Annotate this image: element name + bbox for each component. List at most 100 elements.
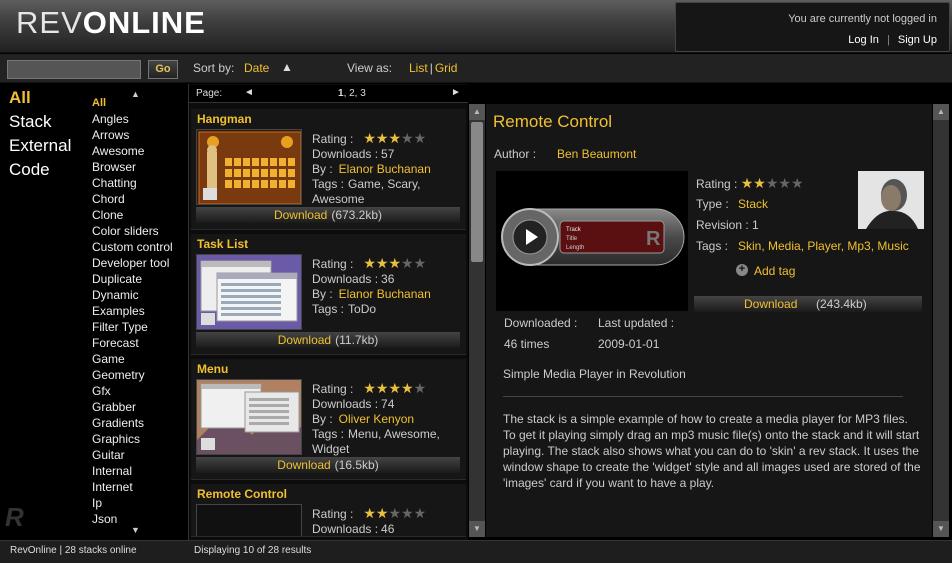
scroll-up-icon[interactable]: ▲	[131, 89, 140, 99]
download-button[interactable]: Download (11.7kb)	[196, 332, 460, 348]
category-all[interactable]: All	[9, 88, 31, 108]
category-code[interactable]: Code	[9, 160, 50, 180]
author-link[interactable]: Oliver Kenyon	[339, 412, 414, 426]
subcategory-item[interactable]: Internet	[92, 479, 133, 495]
stack-list-item[interactable]: Hangman Rating : ★★★★★ Downloads :57 By : Ela…	[191, 109, 466, 230]
star-icon[interactable]: ★	[414, 130, 427, 146]
signup-link[interactable]: Sign Up	[898, 34, 937, 46]
detail-rating-stars[interactable]: ★★★★★	[741, 175, 804, 191]
stack-title[interactable]: Task List	[197, 237, 248, 251]
subcategory-item[interactable]: Browser	[92, 159, 136, 175]
view-list-link[interactable]: List	[409, 61, 428, 75]
tags-value[interactable]: Game, Scary,	[348, 177, 420, 191]
star-icon[interactable]: ★	[741, 175, 754, 191]
tags-value-continued[interactable]: Awesome	[312, 192, 462, 207]
subcategory-item[interactable]: Awesome	[92, 143, 144, 159]
star-icon[interactable]: ★	[414, 380, 427, 396]
detail-download-button[interactable]: Download (243.4kb)	[694, 296, 922, 312]
star-icon[interactable]: ★	[753, 175, 766, 191]
subcategory-item[interactable]: Clone	[92, 207, 123, 223]
stack-thumbnail[interactable]	[196, 379, 302, 455]
star-icon[interactable]: ★	[363, 130, 376, 146]
scroll-up-icon[interactable]: ▲	[933, 104, 949, 120]
tags-value-continued[interactable]: Widget	[312, 442, 462, 457]
revonline-logo[interactable]: REVONLINE	[16, 5, 206, 41]
star-icon[interactable]: ★	[363, 505, 376, 521]
view-grid-link[interactable]: Grid	[435, 61, 458, 75]
subcategory-item[interactable]: Duplicate	[92, 271, 142, 287]
subcategory-item[interactable]: Forecast	[92, 335, 139, 351]
download-button[interactable]: Download (16.5kb)	[196, 457, 460, 473]
scroll-down-icon[interactable]: ▼	[933, 521, 949, 537]
scroll-up-icon[interactable]: ▲	[469, 104, 485, 120]
stack-thumbnail[interactable]	[196, 129, 302, 205]
star-icon[interactable]: ★	[376, 255, 389, 271]
subcategory-item[interactable]: Json	[92, 511, 117, 527]
scroll-down-icon[interactable]: ▼	[469, 521, 485, 537]
sort-select[interactable]: Date	[244, 61, 269, 75]
subcategory-item[interactable]: All	[92, 95, 106, 111]
subcategory-item[interactable]: Internal	[92, 463, 132, 479]
star-icon[interactable]: ★	[401, 255, 414, 271]
subcategory-item[interactable]: Grabber	[92, 399, 136, 415]
stack-title[interactable]: Remote Control	[197, 487, 287, 501]
scroll-down-icon[interactable]: ▼	[131, 525, 140, 535]
stack-thumbnail[interactable]	[196, 254, 302, 330]
stack-title[interactable]: Menu	[197, 362, 228, 376]
subcategory-item[interactable]: Guitar	[92, 447, 125, 463]
login-link[interactable]: Log In	[848, 34, 879, 46]
star-icon[interactable]: ★	[388, 380, 401, 396]
star-icon[interactable]: ★	[778, 175, 791, 191]
rating-stars[interactable]: ★★★★★	[363, 255, 427, 271]
search-input[interactable]	[7, 60, 141, 79]
detail-scrollbar[interactable]: ▲ ▼	[933, 104, 949, 537]
list-scroll-thumb[interactable]	[471, 122, 483, 262]
rating-stars[interactable]: ★★★★★	[363, 130, 427, 146]
author-link[interactable]: Ben Beaumont	[557, 147, 636, 161]
subcategory-item[interactable]: Filter Type	[92, 319, 148, 335]
star-icon[interactable]: ★	[388, 505, 401, 521]
star-icon[interactable]: ★	[376, 130, 389, 146]
subcategory-item[interactable]: Gfx	[92, 383, 111, 399]
star-icon[interactable]: ★	[376, 380, 389, 396]
subcategory-item[interactable]: Angles	[92, 111, 129, 127]
subcategory-item[interactable]: Chatting	[92, 175, 137, 191]
star-icon[interactable]: ★	[401, 505, 414, 521]
stack-list-item[interactable]: Task List Rating : ★★★★★ Downloads :36 By :E…	[191, 234, 466, 355]
pager-other-pages[interactable]: , 2, 3	[344, 88, 366, 99]
star-icon[interactable]: ★	[791, 175, 804, 191]
pager-next-icon[interactable]: ►	[451, 87, 461, 98]
subcategory-item[interactable]: Custom control	[92, 239, 173, 255]
pager-prev-icon[interactable]: ◄	[244, 87, 254, 98]
type-link[interactable]: Stack	[738, 197, 768, 211]
subcategory-item[interactable]: Gradients	[92, 415, 144, 431]
stack-title[interactable]: Hangman	[197, 112, 252, 126]
star-icon[interactable]: ★	[363, 255, 376, 271]
tags-value[interactable]: Menu, Awesome,	[348, 427, 440, 441]
list-scrollbar[interactable]: ▲ ▼	[469, 104, 485, 537]
subcategory-item[interactable]: Graphics	[92, 431, 140, 447]
subcategory-item[interactable]: Dynamic	[92, 287, 139, 303]
subcategory-item[interactable]: Color sliders	[92, 223, 159, 239]
stack-list-item[interactable]: Menu Rating : ★★★★★ Downloads :74 By : Oliver…	[191, 359, 466, 480]
sort-direction-icon[interactable]: ▲	[281, 60, 293, 74]
star-icon[interactable]: ★	[376, 505, 389, 521]
star-icon[interactable]: ★	[388, 130, 401, 146]
star-icon[interactable]: ★	[401, 380, 414, 396]
add-tag-icon[interactable]: +	[736, 264, 748, 276]
category-external[interactable]: External	[9, 136, 71, 156]
subcategory-item[interactable]: Arrows	[92, 127, 129, 143]
tags-value[interactable]: ToDo	[348, 302, 376, 316]
add-tag-link[interactable]: Add tag	[754, 264, 795, 278]
star-icon[interactable]: ★	[414, 255, 427, 271]
stack-list-item[interactable]: Remote Control Rating : ★★★★★ Downloads :46	[191, 484, 466, 537]
star-icon[interactable]: ★	[414, 505, 427, 521]
author-link[interactable]: Elanor Buchanan	[339, 162, 431, 176]
subcategory-item[interactable]: Ip	[92, 495, 102, 511]
star-icon[interactable]: ★	[388, 255, 401, 271]
subcategory-item[interactable]: Chord	[92, 191, 125, 207]
rating-stars[interactable]: ★★★★★	[363, 380, 427, 396]
stack-thumbnail[interactable]	[196, 504, 302, 536]
tags-links[interactable]: Skin, Media, Player, Mp3, Music	[738, 239, 909, 253]
download-button[interactable]: Download (673.2kb)	[196, 207, 460, 223]
